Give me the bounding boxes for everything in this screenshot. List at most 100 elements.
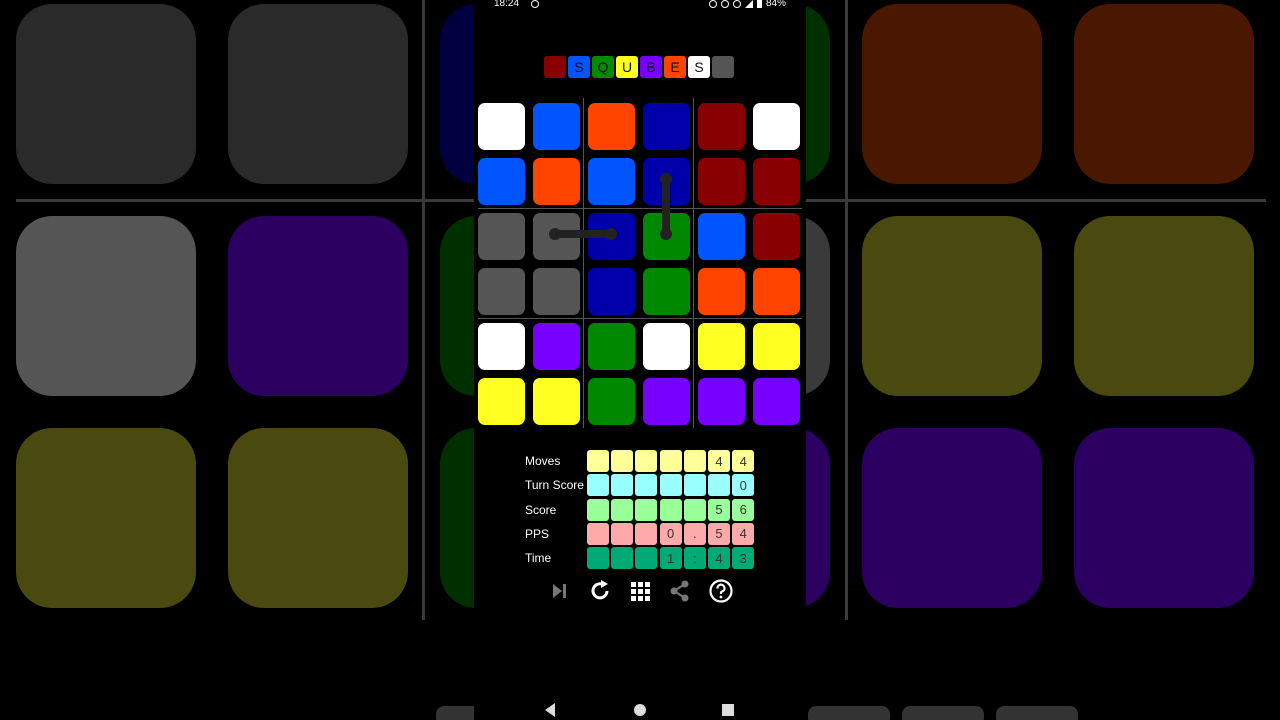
grid-icon[interactable] bbox=[627, 578, 653, 604]
restart-icon[interactable] bbox=[587, 578, 613, 604]
stat-label: Score bbox=[525, 502, 557, 517]
bg-tile bbox=[16, 4, 196, 184]
stat-digit: 6 bbox=[732, 498, 755, 521]
board-tile[interactable] bbox=[753, 323, 800, 370]
board-tile[interactable] bbox=[753, 213, 800, 260]
stat-digit bbox=[635, 522, 658, 545]
board-divider bbox=[693, 98, 694, 428]
board-tile[interactable] bbox=[698, 103, 745, 150]
notification-icon bbox=[531, 0, 539, 8]
status-bar: 18:24 84% bbox=[474, 0, 806, 12]
bg-tile bbox=[228, 216, 408, 396]
board-tile[interactable] bbox=[478, 103, 525, 150]
board-tile[interactable] bbox=[643, 213, 690, 260]
board-tile[interactable] bbox=[588, 378, 635, 425]
board-tile[interactable] bbox=[588, 268, 635, 315]
board-tile[interactable] bbox=[588, 158, 635, 205]
bg-tile bbox=[1074, 428, 1254, 608]
board-tile[interactable] bbox=[533, 213, 580, 260]
board-tile[interactable] bbox=[753, 378, 800, 425]
help-icon[interactable] bbox=[708, 578, 734, 604]
board-tile[interactable] bbox=[478, 378, 525, 425]
board-tile[interactable] bbox=[478, 213, 525, 260]
game-board[interactable] bbox=[478, 98, 802, 430]
stat-digit bbox=[587, 498, 609, 521]
title-letter: B bbox=[640, 56, 662, 78]
board-tile[interactable] bbox=[478, 158, 525, 205]
board-tile[interactable] bbox=[533, 268, 580, 315]
stat-digit bbox=[587, 474, 609, 497]
status-time: 18:24 bbox=[494, 0, 520, 9]
board-tile[interactable] bbox=[753, 268, 800, 315]
board-tile[interactable] bbox=[753, 103, 800, 150]
board-tile[interactable] bbox=[478, 323, 525, 370]
stat-digit bbox=[635, 498, 658, 521]
board-tile[interactable] bbox=[533, 323, 580, 370]
bg-tile bbox=[996, 706, 1078, 720]
stat-digit bbox=[683, 498, 706, 521]
board-divider bbox=[583, 98, 584, 428]
board-tile[interactable] bbox=[478, 268, 525, 315]
stat-digit bbox=[587, 547, 609, 570]
stat-digit bbox=[708, 474, 730, 497]
title-letter: S bbox=[688, 56, 710, 78]
board-tile[interactable] bbox=[533, 103, 580, 150]
stat-digit bbox=[611, 450, 634, 472]
board-tile[interactable] bbox=[698, 268, 745, 315]
stat-label: Moves bbox=[525, 454, 561, 468]
bg-tile bbox=[16, 216, 196, 396]
board-tile[interactable] bbox=[588, 103, 635, 150]
stat-row: Time 1:4 3 bbox=[525, 547, 765, 570]
stat-digit: 4 bbox=[732, 450, 755, 472]
board-tile[interactable] bbox=[588, 213, 635, 260]
stat-digit: 0 bbox=[659, 522, 682, 545]
stat-digit bbox=[611, 474, 634, 497]
bg-tile bbox=[862, 216, 1042, 396]
board-tile[interactable] bbox=[698, 378, 745, 425]
bg-tile bbox=[16, 428, 196, 608]
stat-digit bbox=[611, 498, 634, 521]
stat-row: Moves 4 4 bbox=[525, 450, 765, 472]
board-tile[interactable] bbox=[698, 213, 745, 260]
title-letter bbox=[712, 56, 734, 78]
board-tile[interactable] bbox=[698, 323, 745, 370]
bg-tile bbox=[862, 4, 1042, 184]
stat-label: Turn Score bbox=[525, 478, 584, 493]
battery-icon bbox=[756, 0, 762, 8]
share-icon[interactable] bbox=[667, 578, 693, 604]
bg-grid-line bbox=[422, 0, 425, 620]
stat-digit: : bbox=[683, 547, 706, 570]
board-divider bbox=[478, 318, 802, 319]
stat-digit bbox=[611, 547, 634, 570]
board-tile[interactable] bbox=[643, 323, 690, 370]
board-tile[interactable] bbox=[643, 103, 690, 150]
board-tile[interactable] bbox=[753, 158, 800, 205]
back-button[interactable] bbox=[543, 700, 557, 720]
stat-row: PPS 0. 5 4 bbox=[525, 522, 765, 545]
stat-digit: 4 bbox=[708, 547, 730, 570]
skip-icon[interactable] bbox=[546, 578, 572, 604]
board-tile[interactable] bbox=[643, 268, 690, 315]
stat-row: Turn Score 0 bbox=[525, 474, 765, 497]
board-tile[interactable] bbox=[533, 158, 580, 205]
stat-digit bbox=[635, 450, 658, 472]
stat-digit bbox=[659, 498, 682, 521]
bg-tile bbox=[228, 428, 408, 608]
stat-digit bbox=[635, 474, 658, 497]
recents-button[interactable] bbox=[721, 700, 735, 720]
board-tile[interactable] bbox=[588, 323, 635, 370]
stat-digit bbox=[683, 474, 706, 497]
stat-digit bbox=[659, 474, 682, 497]
battery-level: 84% bbox=[765, 0, 786, 9]
board-tile[interactable] bbox=[533, 378, 580, 425]
board-tile[interactable] bbox=[643, 378, 690, 425]
bg-tile bbox=[1074, 216, 1254, 396]
bg-tile bbox=[228, 4, 408, 184]
board-tile[interactable] bbox=[698, 158, 745, 205]
title-letter: E bbox=[664, 56, 686, 78]
bg-tile bbox=[1074, 4, 1254, 184]
bg-grid-line bbox=[845, 0, 848, 620]
board-tile[interactable] bbox=[643, 158, 690, 205]
home-button[interactable] bbox=[632, 700, 648, 720]
stat-row: Score 5 6 bbox=[525, 498, 765, 521]
